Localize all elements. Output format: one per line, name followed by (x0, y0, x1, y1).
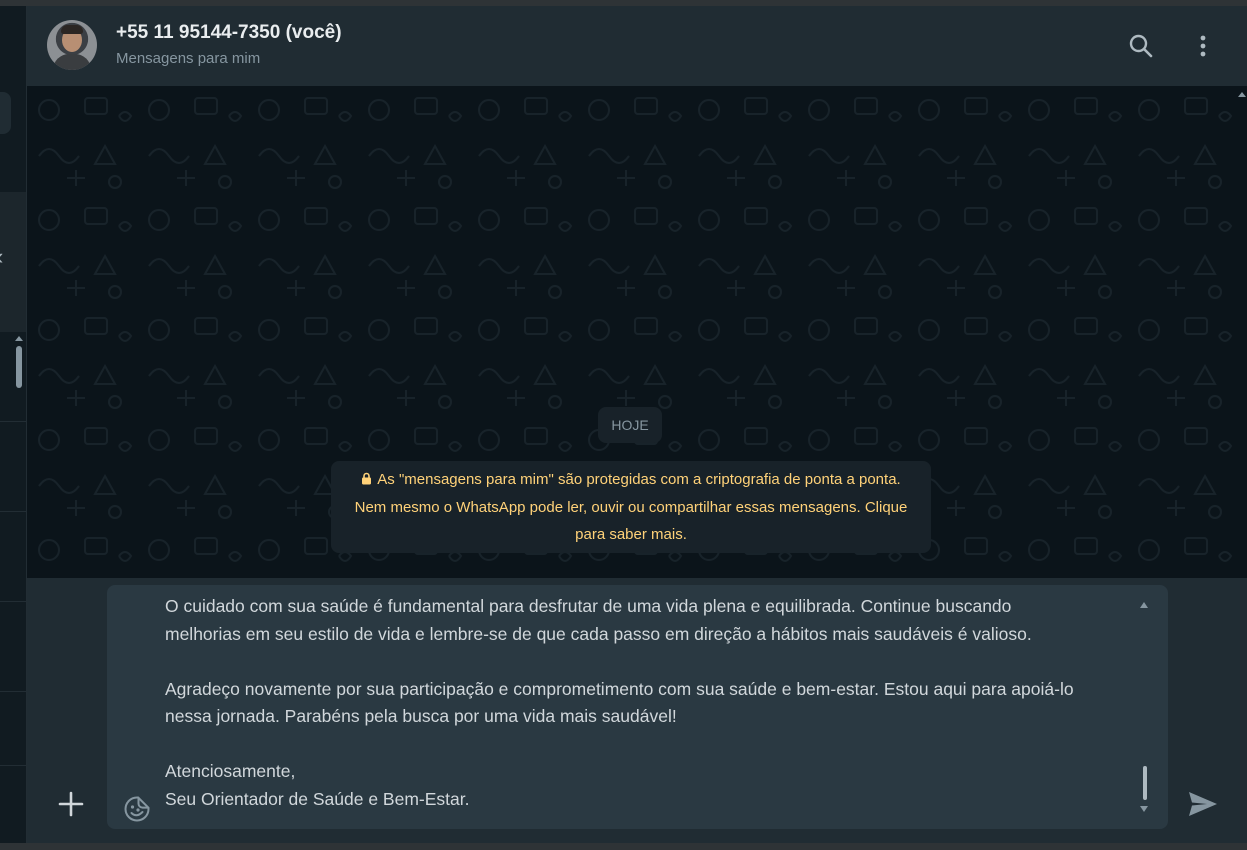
input-scroll-up-arrow[interactable] (1140, 602, 1148, 608)
message-input-box[interactable]: O cuidado com sua saúde é fundamental pa… (107, 585, 1168, 829)
plus-icon[interactable] (57, 790, 85, 818)
encryption-notice[interactable]: As "mensagens para mim" são protegidas c… (331, 461, 931, 553)
avatar[interactable] (47, 20, 97, 70)
encryption-line: Nem mesmo o WhatsApp pode ler, ouvir ou … (354, 499, 908, 516)
search-icon[interactable] (1127, 32, 1155, 60)
sidebar-divider (0, 691, 26, 692)
input-scrollbar-thumb[interactable] (1143, 766, 1147, 800)
contact-subtitle: Mensagens para mim (116, 50, 261, 67)
sidebar-highlight-panel (0, 192, 26, 332)
window-bottom-edge (0, 843, 1247, 850)
sidebar-divider (0, 765, 26, 766)
encryption-line: para saber mais. (575, 526, 687, 543)
chat-header: +55 11 95144-7350 (você) Mensagens para … (27, 6, 1247, 86)
message-input[interactable]: O cuidado com sua saúde é fundamental pa… (165, 593, 1150, 827)
sidebar-divider (0, 511, 26, 512)
vertical-dots-icon[interactable] (1191, 32, 1215, 60)
chat-list-sidebar: ‹ (0, 6, 27, 843)
send-icon[interactable] (1187, 790, 1219, 818)
scroll-up-arrow[interactable] (1238, 92, 1246, 97)
sticker-icon[interactable] (123, 795, 151, 823)
sidebar-divider (0, 421, 26, 422)
conversation-scrollbar[interactable] (1237, 90, 1247, 578)
contact-name[interactable]: +55 11 95144-7350 (você) (116, 22, 342, 44)
message-composer-bar: O cuidado com sua saúde é fundamental pa… (27, 578, 1247, 843)
sidebar-scrollbar[interactable] (16, 346, 22, 388)
chevron-left-icon[interactable]: ‹ (0, 246, 3, 268)
input-scroll-down-arrow[interactable] (1140, 806, 1148, 812)
sidebar-search-box[interactable] (0, 92, 11, 134)
conversation-panel[interactable]: HOJE As "mensagens para mim" são protegi… (27, 86, 1247, 578)
date-divider: HOJE (598, 407, 662, 443)
encryption-line: As "mensagens para mim" são protegidas c… (331, 466, 931, 494)
sidebar-scroll-up-arrow[interactable] (15, 336, 23, 341)
lock-icon (361, 467, 372, 494)
sidebar-divider (0, 601, 26, 602)
